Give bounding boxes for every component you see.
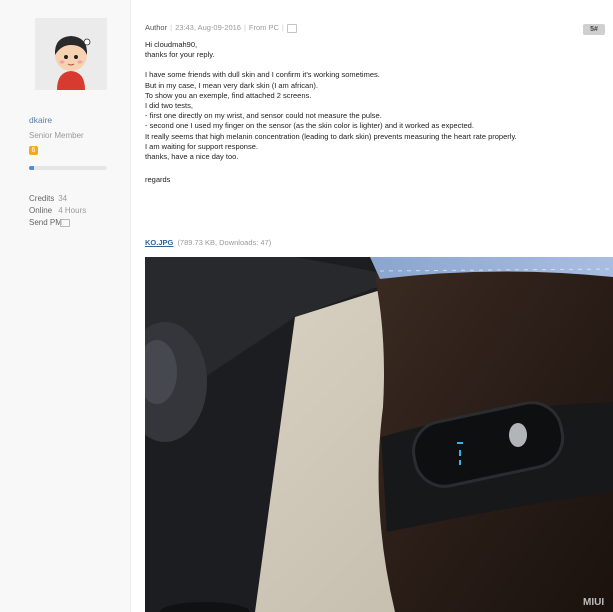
- separator: |: [281, 23, 284, 32]
- post-line: To show you an exemple, find attached 2 …: [145, 90, 312, 100]
- attachment-info: (789.73 KB, Downloads: 47): [177, 238, 272, 247]
- post-line: - first one directly on my wrist, and se…: [145, 111, 382, 121]
- stat-value: 34: [58, 194, 68, 203]
- level-progress-bar: [29, 166, 107, 170]
- level-badge-icon: 6: [29, 146, 38, 155]
- post-line: - second one I used my finger on the sen…: [145, 121, 474, 131]
- floor-number-badge[interactable]: 5#: [583, 24, 605, 35]
- send-pm-link[interactable]: Send PM: [29, 217, 86, 229]
- user-group: Senior Member: [29, 131, 84, 140]
- post-line: But in my case, I mean very dark skin (I…: [145, 80, 318, 90]
- post-line: It really seems that high melanin concen…: [145, 131, 517, 141]
- send-pm-label[interactable]: Send PM: [29, 217, 62, 229]
- user-stats: Credits 34 Online 4 Hours Send PM: [29, 193, 86, 229]
- stat-online: Online 4 Hours: [29, 205, 86, 217]
- envelope-icon[interactable]: [60, 218, 70, 227]
- separator: |: [243, 23, 246, 32]
- post-line: I have some friends with dull skin and I…: [145, 70, 380, 80]
- post-line: regards: [145, 175, 171, 185]
- post-meta: Author | 23:43, Aug-09-2016 | From PC |: [145, 23, 297, 33]
- attachment: KO.JPG (789.73 KB, Downloads: 47): [145, 238, 271, 247]
- level-progress-fill: [29, 166, 34, 170]
- wrist-photo: MIUI: [145, 257, 613, 612]
- avatar-image: [35, 18, 107, 90]
- stat-credits: Credits 34: [29, 193, 86, 205]
- post-source: From PC: [248, 23, 279, 32]
- post-time: 23:43, Aug-09-2016: [175, 23, 241, 32]
- username[interactable]: dkaire: [29, 115, 52, 125]
- device-icon: [286, 23, 297, 33]
- user-sidebar: dkaire Senior Member 6 Credits 34 Online…: [0, 0, 131, 612]
- post-line: I did two tests,: [145, 101, 193, 111]
- stat-label: Credits: [29, 194, 55, 203]
- photo-watermark: MIUI: [583, 597, 604, 608]
- attached-photo[interactable]: MIUI: [145, 257, 613, 612]
- post-body: Hi cloudmah90, thanks for your reply. I …: [145, 40, 611, 185]
- attachment-link[interactable]: KO.JPG: [145, 238, 173, 247]
- avatar[interactable]: [35, 18, 107, 90]
- author-label[interactable]: Author: [145, 23, 167, 32]
- post-line: I am waiting for support response.: [145, 141, 258, 151]
- post-line: Hi cloudmah90,: [145, 40, 198, 49]
- post-line: thanks, have a nice day too.: [145, 152, 239, 162]
- stat-label: Online: [29, 206, 53, 215]
- stat-value: 4 Hours: [58, 206, 87, 215]
- post-line: thanks for your reply.: [145, 50, 215, 60]
- separator: |: [170, 23, 173, 32]
